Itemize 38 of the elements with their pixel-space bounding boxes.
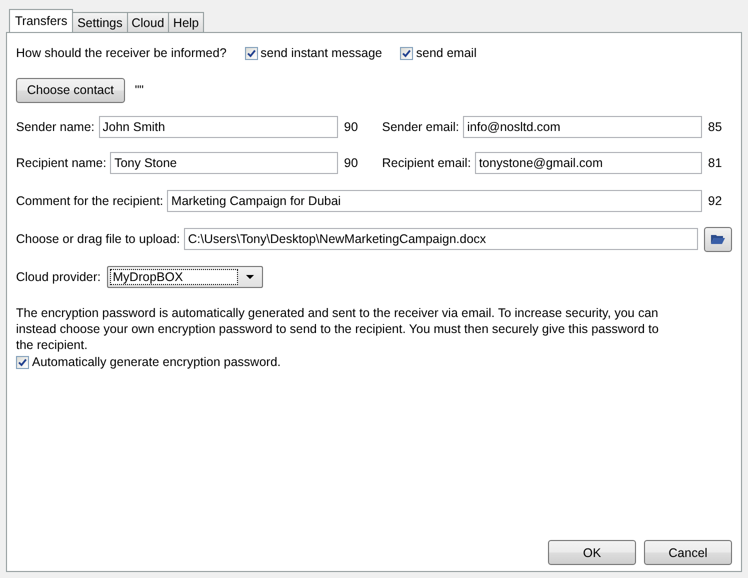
field-label: Cloud provider:	[16, 270, 101, 284]
input-field[interactable]: tonystone@gmail.com	[474, 152, 702, 174]
checkbox[interactable]	[244, 46, 258, 60]
checkbox-label: send email	[416, 46, 477, 60]
input-field[interactable]: John Smith	[98, 116, 338, 138]
checkbox-label: Automatically generate encryption password.	[32, 355, 281, 369]
field-label: Sender name:	[16, 120, 95, 134]
character-count: 90	[344, 120, 359, 134]
character-count: 92	[708, 194, 723, 208]
dialog-button[interactable]: OK	[548, 540, 636, 565]
checkbox[interactable]	[400, 46, 414, 60]
cloud-provider-dropdown[interactable]: MyDropBOX	[106, 266, 263, 288]
field-label: Choose or drag file to upload:	[16, 232, 180, 246]
contact-value: ""	[134, 83, 144, 97]
dropdown-arrow-icon	[246, 275, 254, 279]
character-count: 85	[708, 120, 723, 134]
input-field[interactable]: info@nosltd.com	[463, 116, 702, 138]
input-field[interactable]: C:\Users\Tony\Desktop\NewMarketingCampaign.docx	[184, 228, 698, 250]
tab[interactable]: Help	[168, 12, 204, 32]
folder-button[interactable]	[704, 226, 732, 252]
tab[interactable]: Transfers	[9, 9, 74, 32]
character-count: 90	[344, 156, 359, 170]
checkbox[interactable]	[16, 356, 29, 368]
checkbox-label: send instant message	[260, 46, 382, 60]
question-label: How should the receiver be informed?	[16, 46, 227, 60]
field-label: Recipient name:	[16, 156, 106, 170]
info-text: The encryption password is automatically generated and sent to the receiver via email. To increase security, you can instead choose your own encryption password to send to the recipient. You must then securely give this password to the recipient.	[16, 305, 660, 353]
tab[interactable]: Cloud	[126, 12, 170, 32]
dialog-button[interactable]: Cancel	[644, 540, 732, 565]
field-label: Recipient email:	[382, 156, 471, 170]
field-label: Sender email:	[382, 120, 460, 134]
folder-icon	[710, 233, 726, 245]
field-label: Comment for the recipient:	[16, 194, 164, 208]
character-count: 81	[708, 156, 723, 170]
input-field[interactable]: Tony Stone	[110, 152, 338, 174]
input-field[interactable]: Marketing Campaign for Dubai	[167, 190, 702, 212]
tab[interactable]: Settings	[72, 12, 128, 32]
choose-contact-button[interactable]: Choose contact	[16, 78, 125, 102]
